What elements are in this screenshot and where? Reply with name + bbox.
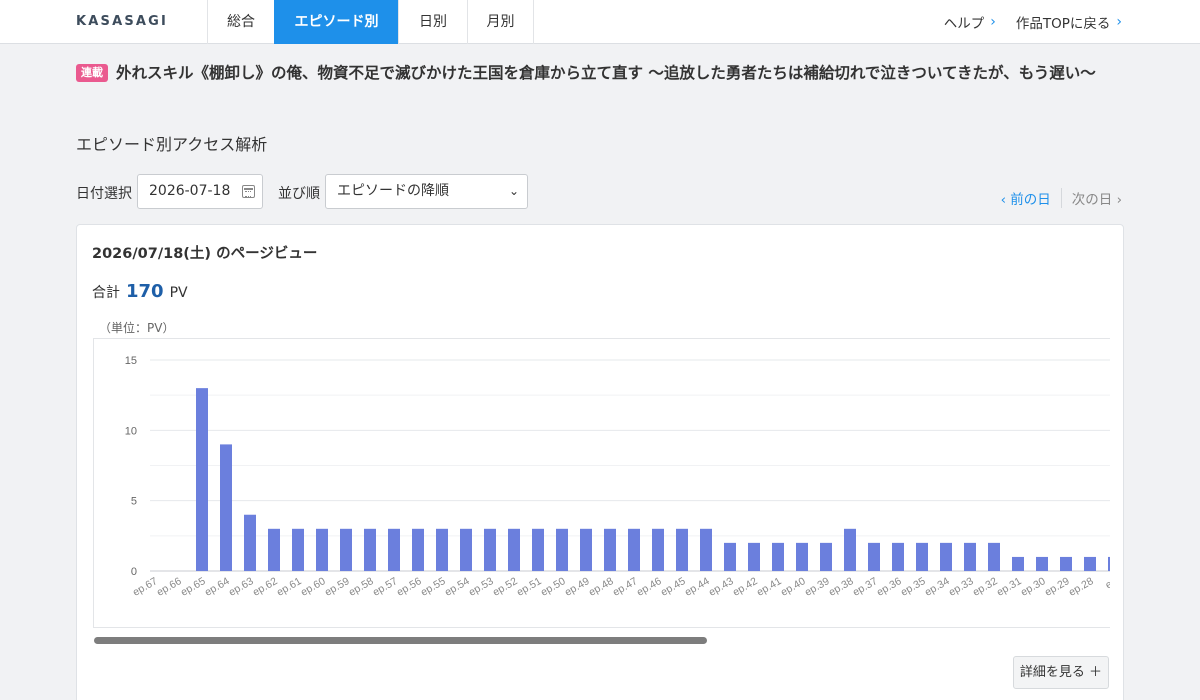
help-link[interactable]: ヘルプ ›: [944, 12, 996, 32]
bar: [292, 528, 304, 571]
bar: [988, 542, 1000, 571]
chevron-right-icon: ›: [990, 14, 996, 30]
bar: [796, 542, 808, 571]
work-top-link[interactable]: 作品TOPに戻る ›: [1016, 12, 1122, 32]
y-tick-label: 10: [125, 425, 137, 437]
main-nav: 総合 エピソード別 日別 月別: [207, 0, 534, 44]
top-header: KASASAGI 総合 エピソード別 日別 月別 ヘルプ › 作品TOPに戻る …: [0, 0, 1200, 44]
app-logo[interactable]: KASASAGI: [76, 14, 168, 29]
y-tick-label: 5: [131, 496, 137, 508]
bar-chart: 051015ep.67ep.66ep.65ep.64ep.63ep.62ep.6…: [125, 355, 1110, 599]
next-day-link[interactable]: 次の日 ›: [1060, 188, 1122, 208]
bar: [1012, 556, 1024, 571]
sort-select[interactable]: エピソードの降順 ⌄: [325, 174, 528, 209]
bar: [268, 528, 280, 571]
bar: [652, 528, 664, 571]
chevron-down-icon: ⌄: [508, 184, 519, 198]
bar: [1084, 556, 1096, 571]
bar: [676, 528, 688, 571]
bar: [436, 528, 448, 571]
bar: [844, 528, 856, 571]
bar: [364, 528, 376, 571]
prev-day-label: 前の日: [1010, 192, 1051, 208]
bar: [580, 528, 592, 571]
date-value: 2026-07-18: [149, 183, 231, 199]
bar: [484, 528, 496, 571]
bar: [964, 542, 976, 571]
tab-monthly[interactable]: 月別: [467, 0, 534, 44]
bar: [508, 528, 520, 571]
tab-overall[interactable]: 総合: [207, 0, 274, 44]
unit-note: （単位：PV）: [99, 321, 175, 335]
tab-daily[interactable]: 日別: [398, 0, 467, 44]
calendar-icon[interactable]: [242, 185, 255, 198]
bar: [820, 542, 832, 571]
bar: [724, 542, 736, 571]
chevron-right-icon: ›: [1116, 14, 1122, 30]
work-title: 外れスキル《棚卸し》の俺、物資不足で滅びかけた王国を倉庫から立て直す 〜追放した…: [116, 64, 1096, 82]
bar: [604, 528, 616, 571]
total-label: 合計: [92, 285, 120, 301]
bar: [700, 528, 712, 571]
bar: [1060, 556, 1072, 571]
bar: [460, 528, 472, 571]
help-label: ヘルプ: [943, 16, 985, 32]
sort-label: 並び順: [278, 186, 320, 202]
next-day-label: 次の日: [1071, 192, 1113, 208]
bar: [940, 542, 952, 571]
page-title: エピソード別アクセス解析: [76, 135, 268, 154]
work-title-block: 連載 外れスキル《棚卸し》の俺、物資不足で滅びかけた王国を倉庫から立て直す 〜追放…: [76, 60, 1116, 86]
tab-episode[interactable]: エピソード別: [274, 0, 398, 44]
bar: [916, 542, 928, 571]
bar: [1108, 556, 1110, 571]
bar: [556, 528, 568, 571]
date-input[interactable]: 2026-07-18: [137, 174, 263, 209]
bar: [1036, 556, 1048, 571]
total-pv: 合計 170 PV: [92, 281, 188, 302]
work-top-label: 作品TOPに戻る: [1015, 16, 1111, 32]
total-unit: PV: [169, 285, 188, 301]
serial-badge: 連載: [76, 64, 108, 82]
bar: [244, 514, 256, 571]
pageview-card: 2026/07/18(土) のページビュー 合計 170 PV （単位：PV） …: [76, 224, 1124, 700]
chart-area[interactable]: 0 5 10 15 ep.67 ep.66 ep.65 ep.64 ep.63 ep.62 ep.6…: [93, 338, 1110, 628]
day-navigation: ‹ 前の日 次の日 ›: [1001, 188, 1122, 208]
prev-day-link[interactable]: ‹ 前の日: [1001, 188, 1061, 208]
date-label: 日付選択: [76, 186, 132, 202]
sort-value: エピソードの降順: [337, 183, 449, 199]
y-tick-label: 15: [125, 355, 137, 367]
y-tick-label: 0: [131, 566, 137, 578]
bar: [748, 542, 760, 571]
bar: [220, 444, 232, 571]
x-tick-label: ep.28: [1067, 575, 1096, 599]
bar: [388, 528, 400, 571]
bar: [412, 528, 424, 571]
bar: [316, 528, 328, 571]
bar: [196, 388, 208, 571]
bar: [772, 542, 784, 571]
horizontal-scrollbar[interactable]: [94, 637, 707, 644]
header-links: ヘルプ › 作品TOPに戻る ›: [944, 0, 1122, 44]
bar: [340, 528, 352, 571]
bar: [628, 528, 640, 571]
bar: [532, 528, 544, 571]
card-title: 2026/07/18(土) のページビュー: [92, 246, 318, 262]
x-tick-label: ep: [1103, 575, 1110, 591]
bar: [868, 542, 880, 571]
detail-button[interactable]: 詳細を見る ＋: [1013, 656, 1109, 689]
bar: [892, 542, 904, 571]
total-value: 170: [126, 281, 164, 302]
